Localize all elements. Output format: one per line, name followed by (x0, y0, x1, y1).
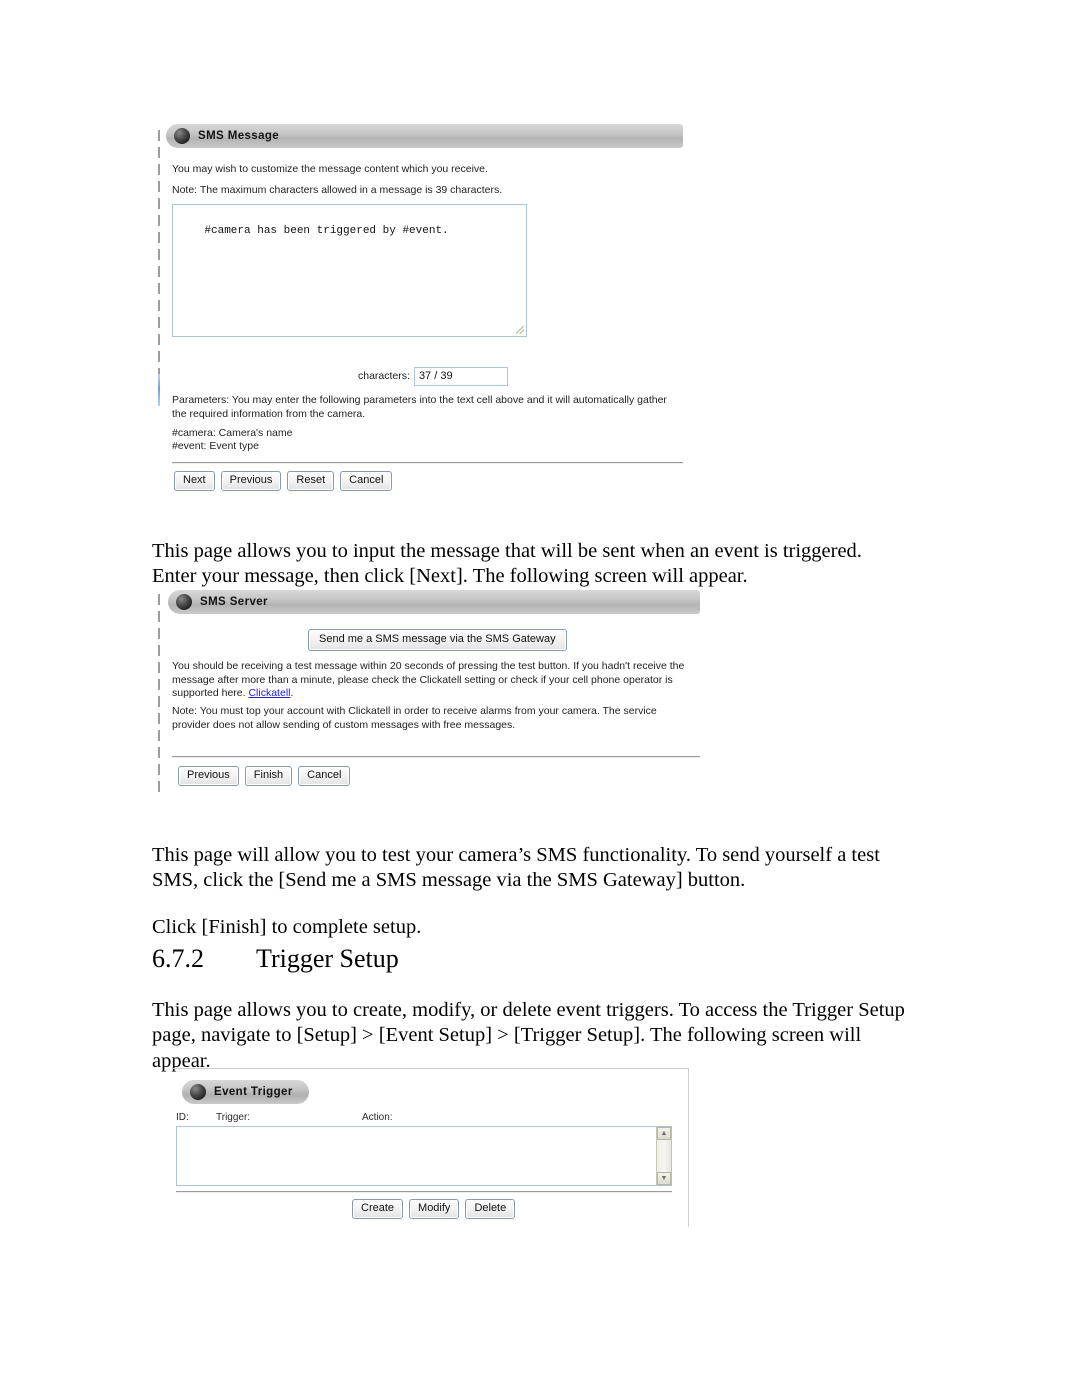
scan-artifact-line-blue (158, 374, 160, 406)
sphere-icon (174, 128, 190, 144)
scan-artifact-line (158, 130, 160, 374)
sms-server-info-text-part2: . (290, 687, 294, 699)
column-header-action: Action: (362, 1112, 393, 1123)
event-trigger-button-row: Create Modify Delete (352, 1199, 516, 1219)
modify-button[interactable]: Modify (409, 1199, 460, 1219)
character-counter-label: characters: (358, 369, 410, 382)
sms-server-info-text: You should be receiving a test message w… (172, 660, 692, 701)
sms-server-panel-title: SMS Server (200, 596, 268, 608)
sms-server-note-text: Note: You must top your account with Cli… (172, 705, 657, 731)
next-button[interactable]: Next (174, 471, 215, 491)
cancel-button[interactable]: Cancel (298, 766, 351, 786)
previous-button[interactable]: Previous (220, 471, 282, 491)
event-trigger-list-scrollbar[interactable]: ▲ ▼ (656, 1127, 671, 1185)
column-header-id: ID: (176, 1112, 189, 1123)
event-trigger-divider (176, 1191, 672, 1193)
chevron-down-icon[interactable]: ▼ (657, 1172, 671, 1185)
finish-button[interactable]: Finish (244, 766, 293, 786)
section-heading-title: Trigger Setup (256, 944, 399, 973)
create-button[interactable]: Create (352, 1199, 404, 1219)
character-counter-row: characters: 37 / 39 (358, 367, 508, 386)
delete-button[interactable]: Delete (465, 1199, 516, 1219)
event-trigger-panel: Event Trigger ID: Trigger: Action: ▲ ▼ C… (172, 1068, 689, 1227)
sms-server-panel-header: SMS Server (168, 590, 700, 614)
parameter-camera-line: #camera: Camera's name (172, 427, 293, 439)
sms-message-textarea-value: #camera has been triggered by #event. (204, 225, 449, 237)
sms-message-panel-header: SMS Message (166, 124, 683, 148)
sms-message-intro-line: You may wish to customize the message co… (172, 163, 488, 175)
sms-server-button-row: Previous Finish Cancel (178, 766, 351, 786)
section-heading-6-7-2: 6.7.2 Trigger Setup (152, 944, 399, 974)
sms-server-panel: SMS Server Send me a SMS message via the… (158, 590, 703, 798)
paragraph-trigger-setup-description: This page allows you to create, modify, … (152, 998, 905, 1072)
reset-button[interactable]: Reset (287, 471, 335, 491)
send-test-sms-button[interactable]: Send me a SMS message via the SMS Gatewa… (308, 629, 567, 651)
sms-message-note-line: Note: The maximum characters allowed in … (172, 184, 503, 196)
sms-message-textarea[interactable]: #camera has been triggered by #event. (172, 204, 527, 337)
paragraph-sms-test-description: This page will allow you to test your ca… (152, 843, 880, 892)
paragraph-finish-instruction: Click [Finish] to complete setup. (152, 915, 422, 938)
sms-message-panel: SMS Message You may wish to customize th… (158, 124, 688, 504)
character-counter-input[interactable]: 37 / 39 (413, 367, 508, 386)
previous-button[interactable]: Previous (178, 766, 239, 786)
clickatell-link[interactable]: Clickatell (248, 687, 290, 699)
sms-message-button-row: Next Previous Reset Cancel (174, 471, 393, 491)
parameters-description: Parameters: You may enter the following … (172, 394, 667, 420)
sms-message-panel-title: SMS Message (198, 130, 280, 142)
event-trigger-panel-header: Event Trigger (182, 1080, 309, 1104)
event-trigger-list[interactable]: ▲ ▼ (176, 1126, 672, 1186)
column-header-trigger: Trigger: (216, 1112, 251, 1123)
sms-message-divider (172, 462, 683, 464)
scan-artifact-line (158, 594, 160, 794)
sphere-icon (176, 594, 192, 610)
resize-handle-icon[interactable] (516, 326, 524, 334)
section-heading-number: 6.7.2 (152, 944, 204, 973)
parameter-event-line: #event: Event type (172, 440, 259, 452)
cancel-button[interactable]: Cancel (340, 471, 393, 491)
sphere-icon (190, 1084, 206, 1100)
chevron-up-icon[interactable]: ▲ (657, 1127, 671, 1140)
sms-server-divider (172, 756, 700, 758)
event-trigger-panel-title: Event Trigger (214, 1086, 293, 1098)
paragraph-sms-message-description: This page allows you to input the messag… (152, 539, 862, 588)
